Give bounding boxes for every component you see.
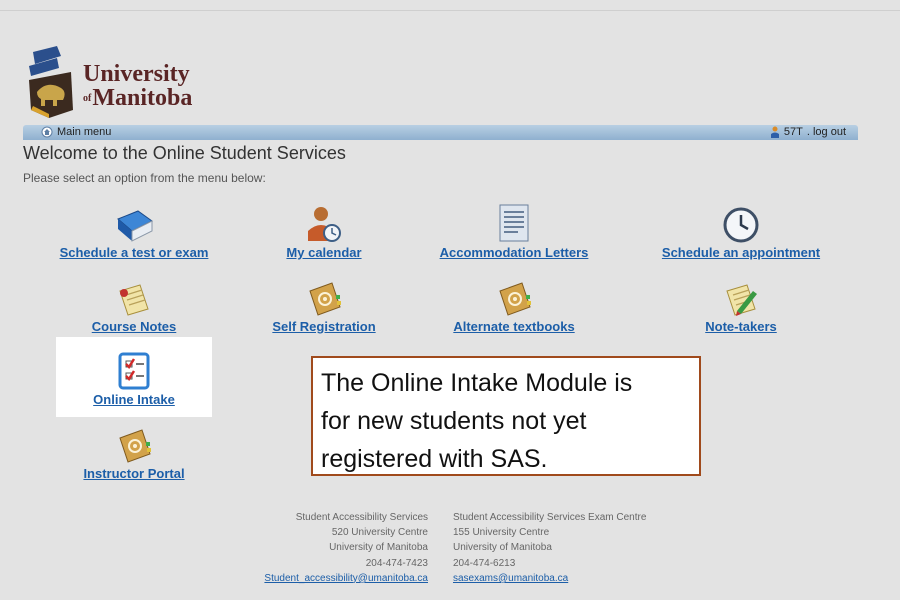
footer-right-name: Student Accessibility Services Exam Cent… [453,512,647,523]
top-divider [0,10,900,11]
footer-sas-contact: Student Accessibility Services 520 Unive… [238,510,428,586]
main-menu-label: Main menu [57,126,112,138]
self-registration-link[interactable]: Self Registration [272,319,375,334]
page-title: Welcome to the Online Student Services [23,143,346,163]
main-menu-link[interactable]: Main menu [41,126,111,138]
callout-line-1: The Online Intake Module is [321,369,633,397]
tile-course-notes[interactable]: Course Notes [34,277,234,336]
tile-my-calendar[interactable]: My calendar [224,203,424,262]
footer-left-room: 520 University Centre [331,527,428,539]
user-clock-icon [308,207,341,242]
home-icon [41,126,53,138]
alternate-textbooks-link[interactable]: Alternate textbooks [453,319,574,334]
brand-of: of [83,93,92,105]
schedule-test-link[interactable]: Schedule a test or exam [60,245,209,260]
tile-online-intake[interactable]: Online Intake [34,350,234,409]
bison-shield-icon [29,46,73,118]
callout-line-2: for new students not yet [321,407,587,435]
tile-note-takers[interactable]: Note-takers [641,277,841,336]
course-notes-link[interactable]: Course Notes [92,319,177,334]
callout-line-3: registered with SAS. [321,445,548,473]
tile-schedule-appointment[interactable]: Schedule an appointment [641,203,841,262]
university-wordmark: University ofManitoba [83,62,192,111]
tile-schedule-test[interactable]: Schedule a test or exam [34,203,234,262]
address-book-icon [119,429,151,463]
menu-bar: Main menu 57T . log out [23,125,858,140]
footer-right-institution: University of Manitoba [453,542,552,554]
footer-exam-centre-contact: Student Accessibility Services Exam Cent… [453,510,683,586]
address-book-icon [309,282,341,316]
footer-left-email-link[interactable]: Student_accessibility@umanitoba.ca [264,573,428,584]
footer-right-phone: 204-474-6213 [453,557,516,569]
footer-left-phone: 204-474-7423 [365,557,428,569]
checklist-icon [118,352,150,390]
intake-callout: The Online Intake Module is for new stud… [311,356,701,476]
book-icon [117,210,153,242]
clock-icon [723,207,759,243]
instructor-portal-link[interactable]: Instructor Portal [83,466,184,481]
tile-instructor-portal[interactable]: Instructor Portal [34,424,234,483]
brand-manitoba: Manitoba [92,85,193,111]
user-id: 57T [783,126,803,138]
document-icon [499,204,529,242]
footer-left-institution: University of Manitoba [329,542,428,554]
schedule-appointment-link[interactable]: Schedule an appointment [662,245,820,260]
notepad-pencil-icon [726,284,757,316]
notepad-icon [119,284,149,316]
university-logo[interactable]: University ofManitoba [27,44,227,122]
note-takers-link[interactable]: Note-takers [705,319,777,334]
my-calendar-link[interactable]: My calendar [286,245,361,260]
tile-alternate-textbooks[interactable]: Alternate textbooks [414,277,614,336]
online-intake-link[interactable]: Online Intake [93,392,175,407]
footer-left-name: Student Accessibility Services [295,512,428,523]
footer-right-email-link[interactable]: sasexams@umanitoba.ca [453,573,568,584]
tile-accommodation-letters[interactable]: Accommodation Letters [414,203,614,262]
brand-line-2: ofManitoba [83,86,192,111]
address-book-icon [499,282,531,316]
user-icon [770,126,779,138]
tile-self-registration[interactable]: Self Registration [224,277,424,336]
brand-line-1: University [83,61,190,87]
page-subtitle: Please select an option from the menu be… [23,171,266,185]
user-logout: 57T . log out [770,126,846,138]
accommodation-letters-link[interactable]: Accommodation Letters [440,245,589,260]
logout-link[interactable]: . log out [807,126,846,138]
footer-right-room: 155 University Centre [453,527,550,539]
